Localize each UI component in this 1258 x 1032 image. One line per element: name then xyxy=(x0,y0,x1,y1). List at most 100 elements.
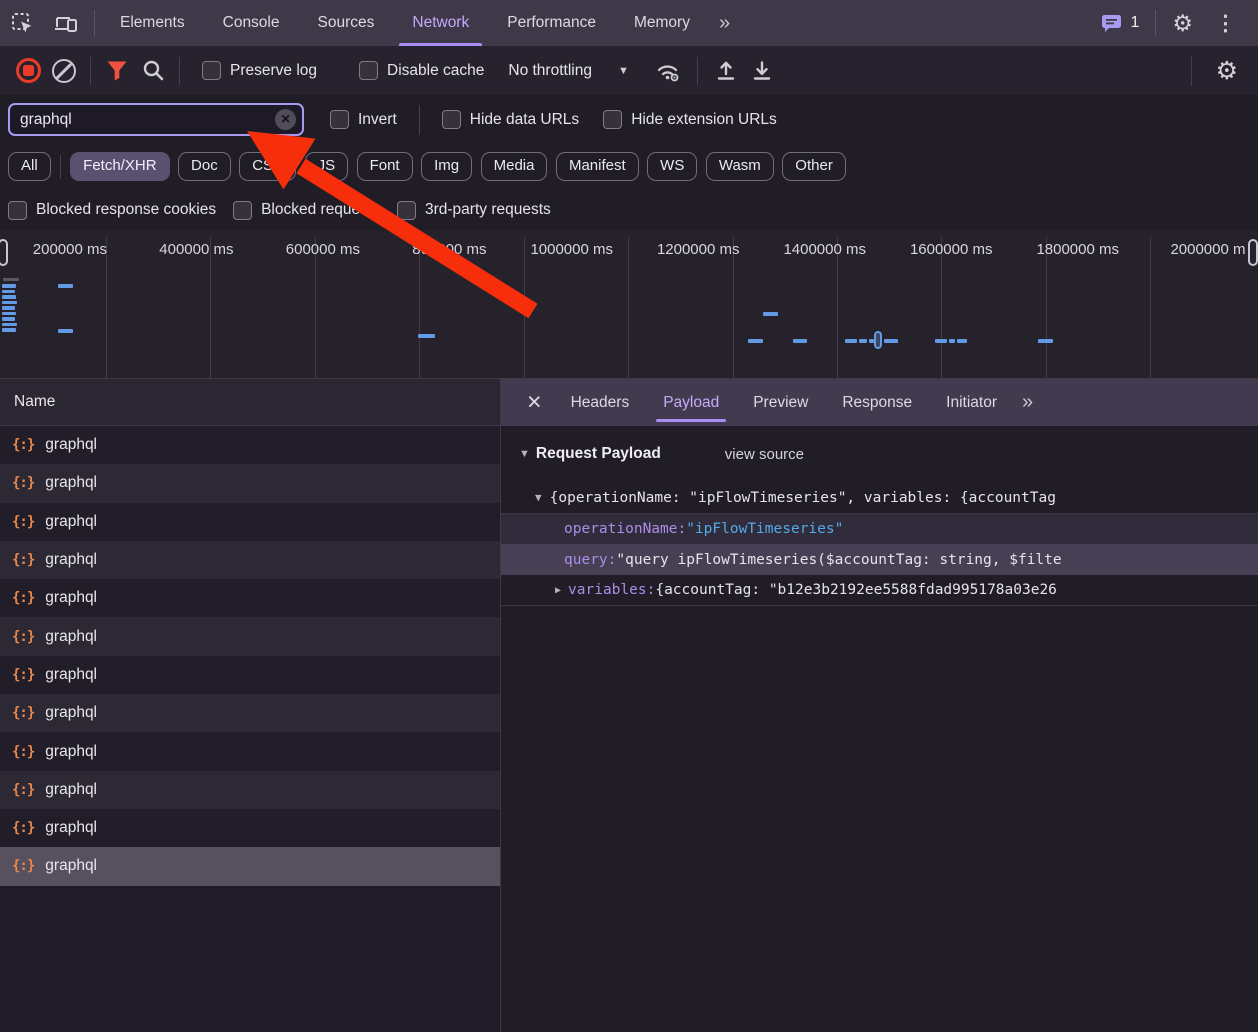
payload-panel: ▼ Request Payload view source ▼ {operati… xyxy=(501,426,1258,1032)
hide-data-urls-checkbox-row[interactable]: Hide data URLs xyxy=(442,110,579,129)
table-row[interactable]: {:}graphql xyxy=(0,732,500,770)
view-source-link[interactable]: view source xyxy=(725,446,804,463)
devtools-main-tabbar: ElementsConsoleSourcesNetworkPerformance… xyxy=(0,0,1258,46)
table-row[interactable]: {:} graphql xyxy=(0,656,500,694)
tab-console[interactable]: Console xyxy=(204,0,299,46)
settings-gear-icon[interactable]: ⚙ xyxy=(1162,10,1203,37)
inspect-cursor-icon xyxy=(10,11,34,35)
filter-chip-media[interactable]: Media xyxy=(481,152,548,181)
clear-filter-icon[interactable]: × xyxy=(275,109,296,130)
request-name: graphql xyxy=(45,666,97,684)
details-tab-response[interactable]: Response xyxy=(825,379,929,426)
invert-checkbox[interactable] xyxy=(330,110,349,129)
details-tab-headers[interactable]: Headers xyxy=(554,379,647,426)
table-row[interactable]: {:}graphql xyxy=(0,579,500,617)
table-row[interactable]: {:}graphql xyxy=(0,694,500,732)
name-column-header[interactable]: Name xyxy=(0,379,500,426)
3rd-party-requests-checkbox[interactable] xyxy=(397,201,416,220)
payload-row-query[interactable]: query: "query ipFlowTimeseries($accountT… xyxy=(501,544,1258,575)
blocked-requests-checkbox[interactable] xyxy=(233,201,252,220)
blocked-requests-checkbox-row[interactable]: Blocked requests xyxy=(233,201,380,220)
tab-performance[interactable]: Performance xyxy=(488,0,615,46)
waterfall-bar xyxy=(2,295,16,299)
clear-network-log-button[interactable] xyxy=(46,53,82,89)
triangle-down-icon[interactable]: ▼ xyxy=(535,491,542,504)
fetch-xhr-icon: {:} xyxy=(12,820,34,836)
disable-cache-checkbox[interactable] xyxy=(359,61,378,80)
payload-row-variables[interactable]: ▶variables: {accountTag: "b12e3b2192ee55… xyxy=(501,575,1258,606)
filter-chip-js[interactable]: JS xyxy=(305,152,349,181)
search-button[interactable] xyxy=(135,53,171,89)
network-settings-gear-icon[interactable]: ⚙ xyxy=(1206,56,1248,86)
divider xyxy=(419,105,420,135)
filter-input[interactable]: graphql × xyxy=(8,103,304,136)
toolbar-right-group: ⚙ xyxy=(1177,56,1248,86)
preserve-log-checkbox-row[interactable]: Preserve log xyxy=(202,61,317,80)
disable-cache-checkbox-row[interactable]: Disable cache xyxy=(359,61,484,80)
table-row[interactable]: {:}graphql xyxy=(0,503,500,541)
tab-sources[interactable]: Sources xyxy=(299,0,394,46)
payload-value: "query ipFlowTimeseries($accountTag: str… xyxy=(616,552,1061,568)
3rd-party-requests-checkbox-row[interactable]: 3rd-party requests xyxy=(397,201,551,220)
timeline-gridline xyxy=(1046,237,1047,378)
filter-chip-all[interactable]: All xyxy=(8,152,51,181)
filter-chip-other[interactable]: Other xyxy=(782,152,846,181)
kebab-menu-icon[interactable]: ⋮ xyxy=(1203,11,1248,36)
inspect-element-button[interactable] xyxy=(0,0,44,46)
details-tab-preview[interactable]: Preview xyxy=(736,379,825,426)
request-list: {:}graphql{:}graphql{:}graphql{:}graphql… xyxy=(0,426,500,886)
details-more-tabs-button[interactable]: » xyxy=(1014,379,1039,426)
network-overview-timeline[interactable]: 200000 ms400000 ms600000 ms800000 ms1000… xyxy=(0,231,1258,379)
table-row[interactable]: {:}graphql xyxy=(0,809,500,847)
hide-extension-urls-checkbox[interactable] xyxy=(603,110,622,129)
payload-preview-line[interactable]: ▼ {operationName: "ipFlowTimeseries", va… xyxy=(501,482,1258,513)
throttling-dropdown[interactable]: No throttling ▼ xyxy=(508,62,628,80)
payload-row-operationname[interactable]: operationName: "ipFlowTimeseries" xyxy=(501,513,1258,544)
table-row[interactable]: {:}graphql xyxy=(0,847,500,885)
filter-chip-fetch-xhr[interactable]: Fetch/XHR xyxy=(70,152,169,181)
waterfall-bar xyxy=(3,278,19,281)
hide-data-urls-checkbox[interactable] xyxy=(442,110,461,129)
export-har-button[interactable] xyxy=(744,53,780,89)
blocked-response-cookies-checkbox-row[interactable]: Blocked response cookies xyxy=(8,201,216,220)
waterfall-bar xyxy=(949,339,955,343)
table-row[interactable]: {:}graphql xyxy=(0,771,500,809)
tab-memory[interactable]: Memory xyxy=(615,0,709,46)
overview-left-handle[interactable] xyxy=(0,239,8,266)
blocked-response-cookies-checkbox[interactable] xyxy=(8,201,27,220)
filter-chip-css[interactable]: CSS xyxy=(239,152,296,181)
close-details-button[interactable]: × xyxy=(515,379,554,426)
tab-elements[interactable]: Elements xyxy=(101,0,204,46)
filter-chip-img[interactable]: Img xyxy=(421,152,472,181)
filter-toggle-button[interactable] xyxy=(99,53,135,89)
table-row[interactable]: {:}graphql xyxy=(0,464,500,502)
overview-right-handle[interactable] xyxy=(1248,239,1258,266)
table-row[interactable]: {:}graphql xyxy=(0,617,500,655)
filter-chip-manifest[interactable]: Manifest xyxy=(556,152,639,181)
requests-pane: Name {:}graphql{:}graphql{:}graphql{:}gr… xyxy=(0,379,501,1032)
tab-network[interactable]: Network xyxy=(393,0,488,46)
filter-chip-wasm[interactable]: Wasm xyxy=(706,152,774,181)
filter-chip-ws[interactable]: WS xyxy=(647,152,697,181)
fetch-xhr-icon: {:} xyxy=(12,667,34,683)
request-payload-title: Request Payload xyxy=(536,445,661,463)
device-toolbar-button[interactable] xyxy=(44,0,88,46)
network-conditions-button[interactable] xyxy=(651,53,687,89)
details-tab-payload[interactable]: Payload xyxy=(646,379,736,426)
more-tabs-button[interactable]: » xyxy=(709,0,738,46)
triangle-right-icon[interactable]: ▶ xyxy=(555,585,561,596)
filter-input-value: graphql xyxy=(20,111,275,129)
record-network-log-button[interactable] xyxy=(10,53,46,89)
invert-checkbox-row[interactable]: Invert xyxy=(330,110,397,129)
issues-bubble-icon[interactable] xyxy=(1099,11,1124,35)
import-har-button[interactable] xyxy=(708,53,744,89)
filter-chip-font[interactable]: Font xyxy=(357,152,413,181)
table-row[interactable]: {:}graphql xyxy=(0,541,500,579)
filter-chip-doc[interactable]: Doc xyxy=(178,152,231,181)
details-tab-initiator[interactable]: Initiator xyxy=(929,379,1014,426)
hide-extension-urls-checkbox-row[interactable]: Hide extension URLs xyxy=(603,110,777,129)
triangle-down-icon[interactable]: ▼ xyxy=(519,448,530,460)
timeline-tick-label: 1200000 ms xyxy=(657,241,740,258)
table-row[interactable]: {:}graphql xyxy=(0,426,500,464)
preserve-log-checkbox[interactable] xyxy=(202,61,221,80)
